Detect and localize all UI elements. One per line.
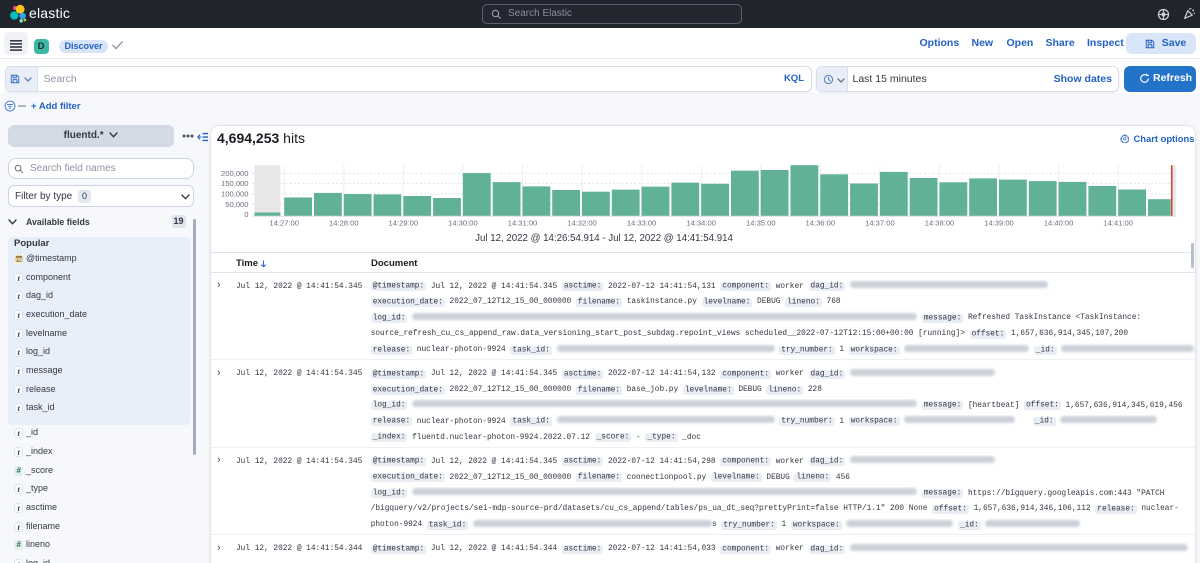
svg-text:200,000: 200,000 <box>221 169 248 178</box>
svg-text:14:36:00: 14:36:00 <box>806 218 836 227</box>
svg-text:0: 0 <box>244 210 248 219</box>
svg-text:14:41:00: 14:41:00 <box>1103 218 1133 227</box>
svg-text:14:37:00: 14:37:00 <box>865 218 895 227</box>
svg-text:14:30:00: 14:30:00 <box>448 218 478 227</box>
svg-text:14:31:00: 14:31:00 <box>508 218 538 227</box>
svg-text:14:38:00: 14:38:00 <box>925 218 955 227</box>
svg-text:14:40:00: 14:40:00 <box>1044 218 1074 227</box>
svg-text:14:32:00: 14:32:00 <box>567 218 597 227</box>
svg-text:14:33:00: 14:33:00 <box>627 218 657 227</box>
svg-text:14:39:00: 14:39:00 <box>984 218 1014 227</box>
svg-text:14:35:00: 14:35:00 <box>746 218 776 227</box>
svg-text:50,000: 50,000 <box>225 200 248 209</box>
svg-text:100,000: 100,000 <box>221 190 248 199</box>
svg-text:14:27:00: 14:27:00 <box>269 218 299 227</box>
svg-text:14:29:00: 14:29:00 <box>389 218 419 227</box>
svg-text:14:34:00: 14:34:00 <box>686 218 716 227</box>
svg-text:14:28:00: 14:28:00 <box>329 218 359 227</box>
svg-text:150,000: 150,000 <box>221 179 248 188</box>
